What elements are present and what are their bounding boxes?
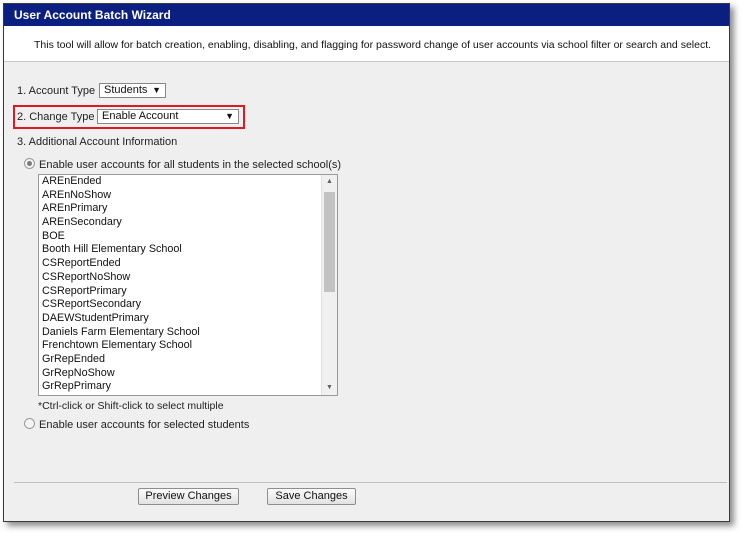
scrollbar-thumb[interactable] bbox=[324, 192, 335, 292]
school-list-scrollbar[interactable]: ▲ ▼ bbox=[321, 175, 337, 395]
school-list-item[interactable]: GrRepPrimary bbox=[39, 380, 337, 394]
chevron-down-icon[interactable]: ▼ bbox=[322, 381, 337, 395]
account-type-label: 1. Account Type bbox=[17, 85, 96, 97]
school-list-item[interactable]: CSReportEnded bbox=[39, 257, 337, 271]
tool-description: This tool will allow for batch creation,… bbox=[4, 26, 729, 62]
chevron-up-icon[interactable]: ▲ bbox=[322, 175, 337, 189]
school-list-item[interactable]: Daniels Farm Elementary School bbox=[39, 326, 337, 340]
selected-students-radio[interactable] bbox=[24, 418, 35, 429]
school-list-item[interactable]: GrRepEnded bbox=[39, 353, 337, 367]
selected-students-label: Enable user accounts for selected studen… bbox=[39, 419, 250, 431]
school-list-item[interactable]: AREnSecondary bbox=[39, 216, 337, 230]
change-type-label: 2. Change Type bbox=[17, 111, 95, 123]
multi-select-hint: *Ctrl-click or Shift-click to select mul… bbox=[38, 400, 224, 412]
dropdown-arrow-icon: ▼ bbox=[152, 85, 161, 95]
school-list-item[interactable]: BOE bbox=[39, 230, 337, 244]
school-list-item[interactable]: GrRepNoShow bbox=[39, 367, 337, 381]
save-changes-button[interactable]: Save Changes bbox=[267, 488, 356, 505]
school-list-item[interactable]: CSReportNoShow bbox=[39, 271, 337, 285]
change-type-value: Enable Account bbox=[102, 110, 179, 122]
school-list-item[interactable]: Booth Hill Elementary School bbox=[39, 243, 337, 257]
school-list-item[interactable]: AREnNoShow bbox=[39, 189, 337, 203]
footer-divider bbox=[14, 482, 727, 483]
school-list-item[interactable]: AREnEnded bbox=[39, 175, 337, 189]
school-list-item[interactable]: AREnPrimary bbox=[39, 202, 337, 216]
window-title: User Account Batch Wizard bbox=[4, 4, 729, 26]
all-students-label: Enable user accounts for all students in… bbox=[39, 159, 342, 171]
preview-changes-button[interactable]: Preview Changes bbox=[138, 488, 239, 505]
school-listbox[interactable]: AREnEnded AREnNoShow AREnPrimary AREnSecond… bbox=[38, 174, 338, 396]
account-type-value: Students bbox=[104, 84, 148, 96]
dropdown-arrow-icon: ▼ bbox=[225, 111, 234, 121]
change-type-select[interactable]: Enable Account ▼ bbox=[97, 109, 239, 124]
all-students-radio[interactable] bbox=[24, 158, 35, 169]
account-type-select[interactable]: Students ▼ bbox=[99, 83, 166, 98]
school-list-items: AREnEnded AREnNoShow AREnPrimary AREnSecond… bbox=[39, 175, 337, 394]
school-list-item[interactable]: CSReportPrimary bbox=[39, 285, 337, 299]
additional-info-label: 3. Additional Account Information bbox=[17, 136, 178, 148]
school-list-item[interactable]: DAEWStudentPrimary bbox=[39, 312, 337, 326]
school-list-item[interactable]: CSReportSecondary bbox=[39, 298, 337, 312]
wizard-window: User Account Batch Wizard This tool will… bbox=[3, 3, 730, 522]
school-list-item[interactable]: Frenchtown Elementary School bbox=[39, 339, 337, 353]
